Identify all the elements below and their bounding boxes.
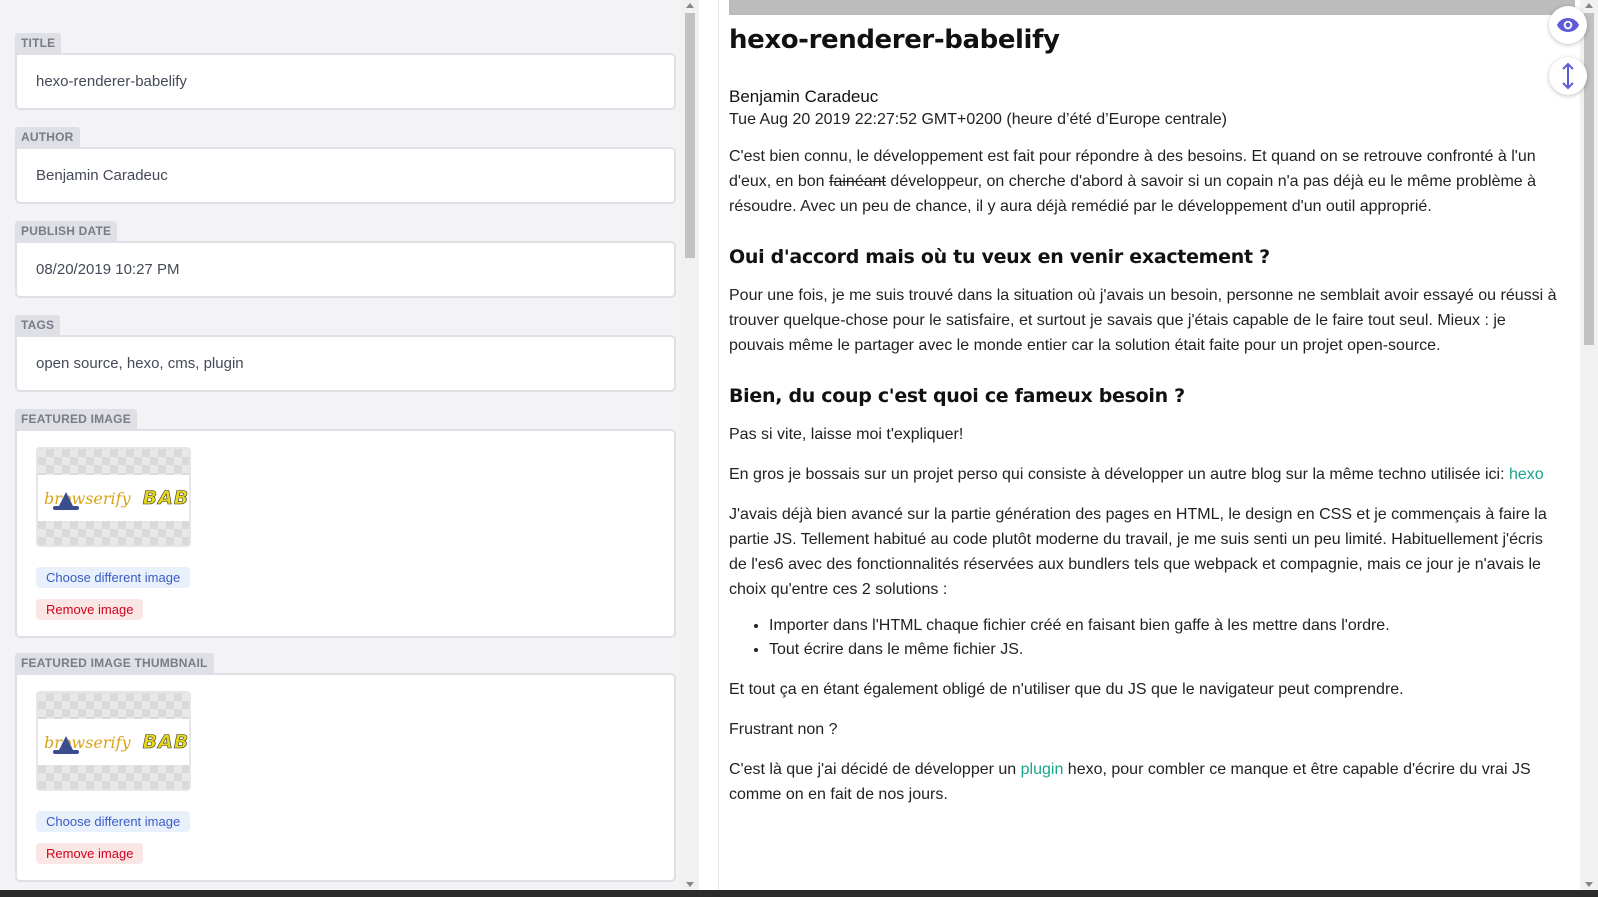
preview-paragraph: Pas si vite, laisse moi t'expliquer! bbox=[729, 426, 964, 443]
remove-image-button[interactable]: Remove image bbox=[36, 599, 144, 620]
preview-scrollbar[interactable] bbox=[1580, 0, 1598, 890]
publish-date-field: Publish Date 08/20/2019 10:27 PM bbox=[15, 221, 676, 298]
list-item: Tout écrire dans le même fichier JS. bbox=[769, 638, 1565, 662]
preview-scrollbar-thumb[interactable] bbox=[1584, 13, 1594, 345]
tags-input[interactable]: open source, hexo, cms, plugin bbox=[15, 335, 676, 392]
featured-image-thumbnail-box: browserify BABEL Choose different image … bbox=[15, 673, 676, 882]
wizard-brim-icon bbox=[53, 750, 79, 754]
logo-babel-text: BABEL bbox=[142, 487, 190, 510]
hexo-link[interactable]: hexo bbox=[1509, 466, 1544, 483]
preview-content: hexo-renderer-babelify Benjamin Caradeuc… bbox=[729, 15, 1565, 807]
preview-date: Tue Aug 20 2019 22:27:52 GMT+0200 (heure… bbox=[729, 111, 1227, 128]
featured-image-box: browserify BABEL Choose different image … bbox=[15, 429, 676, 638]
preview-paragraph: J'avais déjà bien avancé sur la partie g… bbox=[729, 506, 1547, 598]
plugin-link[interactable]: plugin bbox=[1021, 761, 1064, 778]
preview-paragraph: Et tout ça en étant également obligé de … bbox=[729, 681, 1404, 698]
preview-paragraph: Pour une fois, je me suis trouvé dans la… bbox=[729, 287, 1557, 354]
babelify-logo: browserify BABEL bbox=[38, 719, 189, 765]
publish-date-label: Publish Date bbox=[15, 221, 118, 241]
strikethrough-text: fainéant bbox=[829, 173, 886, 190]
logo-browserify-text: browserify bbox=[44, 488, 131, 508]
preview-author: Benjamin Caradeuc bbox=[729, 87, 879, 106]
title-label: Title bbox=[15, 33, 62, 53]
scroll-down-arrow-icon[interactable] bbox=[686, 882, 694, 887]
pane-divider[interactable] bbox=[699, 0, 719, 890]
featured-image-field: Featured Image browserify BABEL Choose d… bbox=[15, 409, 676, 638]
author-input[interactable]: Benjamin Caradeuc bbox=[15, 147, 676, 204]
title-input[interactable]: hexo-renderer-babelify bbox=[15, 53, 676, 110]
preview-paragraph: En gros je bossais sur un projet perso q… bbox=[729, 462, 1565, 487]
tags-label: Tags bbox=[15, 315, 61, 335]
remove-thumbnail-button[interactable]: Remove image bbox=[36, 843, 144, 864]
list-item: Importer dans l'HTML chaque fichier créé… bbox=[769, 614, 1565, 638]
featured-image-thumbnail-field: Featured Image Thumbnail browserify BABE… bbox=[15, 653, 676, 882]
bottom-bar bbox=[0, 890, 1598, 897]
wizard-brim-icon bbox=[53, 506, 79, 510]
preview-paragraph: Frustrant non ? bbox=[729, 721, 838, 738]
editor-pane: Title hexo-renderer-babelify Author Benj… bbox=[0, 0, 681, 890]
logo-browserify-text: browserify bbox=[44, 732, 131, 752]
choose-different-image-button[interactable]: Choose different image bbox=[36, 567, 191, 588]
preview-heading: Bien, du coup c'est quoi ce fameux besoi… bbox=[729, 385, 1185, 407]
featured-image-label: Featured Image bbox=[15, 409, 137, 429]
paragraph-text: C'est là que j'ai décidé de développer u… bbox=[729, 761, 1021, 778]
preview-title: hexo-renderer-babelify bbox=[729, 25, 1060, 55]
preview-paragraph: C'est bien connu, le développement est f… bbox=[729, 144, 1565, 219]
preview-pane: hexo-renderer-babelify Benjamin Caradeuc… bbox=[720, 0, 1580, 890]
toggle-preview-button[interactable] bbox=[1549, 6, 1587, 44]
babelify-logo: browserify BABEL bbox=[38, 475, 189, 521]
title-field: Title hexo-renderer-babelify bbox=[15, 33, 676, 110]
eye-icon bbox=[1557, 18, 1579, 32]
scroll-up-arrow-icon[interactable] bbox=[1585, 3, 1593, 8]
preview-list: Importer dans l'HTML chaque fichier créé… bbox=[729, 614, 1565, 662]
choose-different-thumbnail-button[interactable]: Choose different image bbox=[36, 811, 191, 832]
editor-scrollbar-thumb[interactable] bbox=[685, 13, 695, 258]
preview-heading: Oui d'accord mais où tu veux en venir ex… bbox=[729, 246, 1270, 268]
editor-scrollbar[interactable] bbox=[681, 0, 699, 890]
tags-field: Tags open source, hexo, cms, plugin bbox=[15, 315, 676, 392]
paragraph-text: En gros je bossais sur un projet perso q… bbox=[729, 466, 1509, 483]
featured-image-thumbnail-preview[interactable]: browserify BABEL bbox=[36, 691, 191, 791]
scroll-up-arrow-icon[interactable] bbox=[686, 3, 694, 8]
featured-image-preview[interactable]: browserify BABEL bbox=[36, 447, 191, 547]
preview-paragraph: C'est là que j'ai décidé de développer u… bbox=[729, 757, 1565, 807]
logo-babel-text: BABEL bbox=[142, 731, 190, 754]
scroll-down-arrow-icon[interactable] bbox=[1585, 882, 1593, 887]
sync-scroll-button[interactable] bbox=[1549, 57, 1587, 95]
vertical-arrows-icon bbox=[1562, 62, 1574, 90]
author-field: Author Benjamin Caradeuc bbox=[15, 127, 676, 204]
preview-top-bar bbox=[729, 0, 1575, 15]
featured-image-thumbnail-label: Featured Image Thumbnail bbox=[15, 653, 214, 673]
publish-date-input[interactable]: 08/20/2019 10:27 PM bbox=[15, 241, 676, 298]
author-label: Author bbox=[15, 127, 80, 147]
